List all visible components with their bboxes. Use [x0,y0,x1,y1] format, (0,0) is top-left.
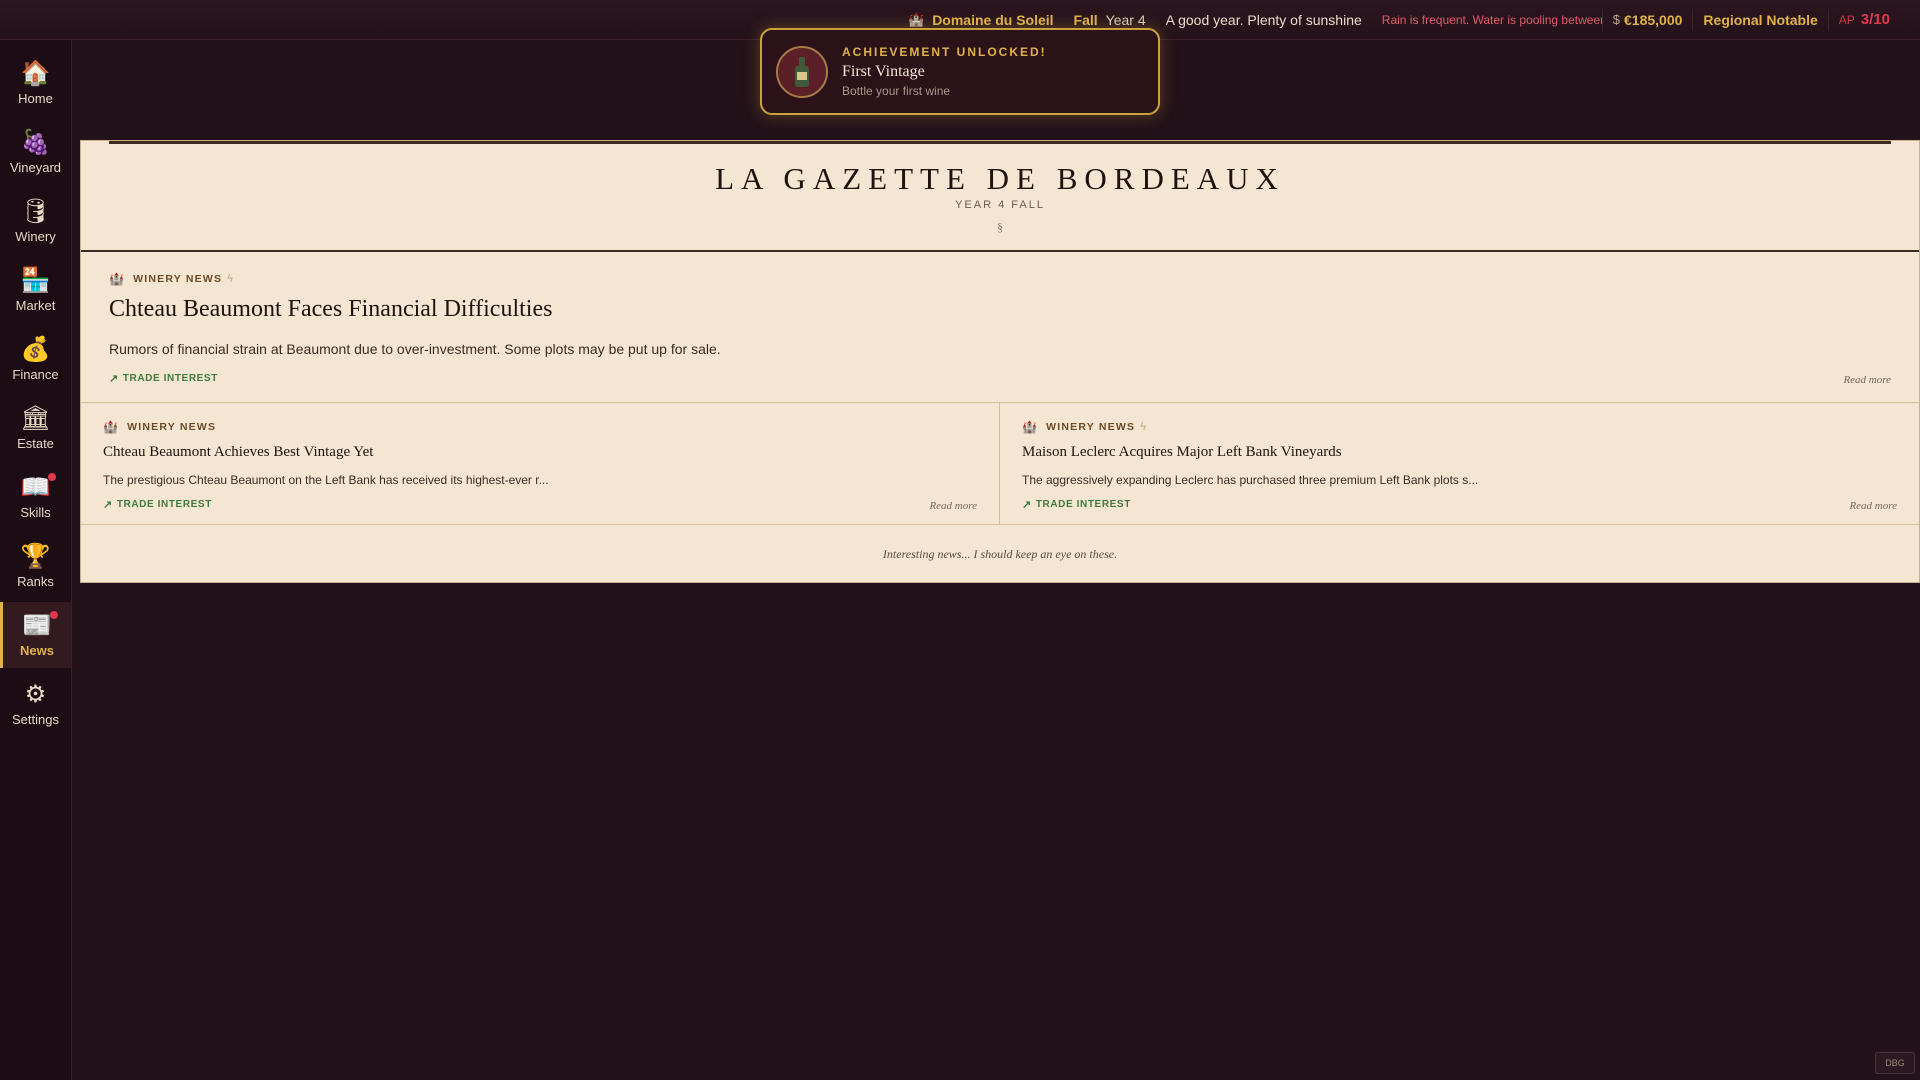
trophy-icon: 🏆 [20,542,51,570]
gear-icon: ⚙ [24,680,47,708]
read-more-link[interactable]: Read more [929,500,977,512]
trend-up-icon: ↗ [109,373,119,385]
gazette-masthead: LA GAZETTE DE BORDEAUX YEAR 4 FALL § [81,141,1919,252]
money-icon: $ [1612,12,1621,27]
sidebar-item-estate[interactable]: 🏛 Estate [0,395,71,461]
sidebar-item-label: Home [18,90,53,106]
trade-interest-link[interactable]: ↗ TRADE INTEREST [103,498,212,511]
sidebar-item-skills[interactable]: 📖 Skills [0,464,71,530]
gazette-panel: LA GAZETTE DE BORDEAUX YEAR 4 FALL § 🏰 W… [80,140,1920,583]
article-summary: Rumors of financial strain at Beaumont d… [109,341,721,357]
debug-button[interactable]: DBG [1875,1052,1915,1074]
sidebar-item-label: Ranks [17,573,54,589]
year-label: Year 4 [1105,11,1146,28]
action-points-display: AP 3/10 [1829,0,1900,40]
article-summary: The aggressively expanding Leclerc has p… [1022,473,1479,487]
trend-up-icon: ↗ [1022,499,1032,511]
category-label: WINERY NEWS [1046,421,1136,433]
sidebar-item-finance[interactable]: 💰 Finance [0,326,71,392]
achievement-name: First Vintage [842,63,925,80]
sidebar-item-label: Skills [20,504,51,520]
castle-icon: 🏰 [1022,420,1039,434]
gazette-title: LA GAZETTE DE BORDEAUX [715,161,1285,196]
article-category: 🏰 WINERY NEWS [103,420,216,434]
ap-value: 3/10 [1860,11,1890,28]
money-display: $ €185,000 [1603,0,1693,40]
sidebar-item-label: Settings [12,711,59,727]
gazette-issue: YEAR 4 FALL [955,199,1045,211]
article-summary: The prestigious Chteau Beaumont on the L… [103,473,549,487]
trade-interest-label: TRADE INTEREST [1035,499,1131,510]
rank-display: Regional Notable [1703,11,1818,28]
building-icon: 🏛 [20,404,51,432]
gazette-footer-note: Interesting news... I should keep an eye… [882,546,1118,561]
sidebar-nav: 🏠 Home 🍇 Vineyard 🛢 Winery 🏪 Market 💰 Fi… [0,40,72,1080]
masthead-rule [109,141,1891,144]
article-card[interactable]: 🏰 WINERY NEWS ϟ Maison Leclerc Acquires … [1000,403,1919,525]
sidebar-item-news[interactable]: 📰 News [0,602,71,668]
sidebar-item-settings[interactable]: ⚙ Settings [0,671,71,737]
article-headline: Maison Leclerc Acquires Major Left Bank … [1022,444,1342,460]
category-label: WINERY NEWS [127,421,217,433]
sidebar-item-market[interactable]: 🏪 Market [0,257,71,323]
castle-icon: 🏰 [908,11,925,27]
article-headline: Chteau Beaumont Achieves Best Vintage Ye… [103,444,374,460]
notification-dot [48,472,57,481]
read-more-link[interactable]: Read more [1843,374,1891,386]
sidebar-item-label: Estate [17,435,54,451]
sidebar-item-ranks[interactable]: 🏆 Ranks [0,533,71,599]
ap-label: AP [1838,12,1855,27]
read-more-link[interactable]: Read more [1849,500,1897,512]
sidebar-item-label: Finance [12,366,59,382]
castle-icon: 🏰 [103,420,120,434]
article-card[interactable]: 🏰 WINERY NEWS Chteau Beaumont Achieves B… [81,403,1000,525]
sidebar-item-label: Market [15,297,56,313]
trade-interest-link[interactable]: ↗ TRADE INTEREST [1022,498,1131,511]
book-icon: 📖 [21,472,57,503]
house-icon: 🏠 [20,59,51,87]
money-value: €185,000 [1624,11,1683,28]
achievement-toast[interactable]: ACHIEVEMENT UNLOCKED! First Vintage Bott… [760,28,1160,115]
sparkle-icon: ϟ [227,273,235,285]
castle-icon: 🏰 [109,272,126,286]
estate-name-label: Domaine du Soleil [932,11,1054,28]
barrel-icon: 🛢 [20,197,51,225]
achievement-title: ACHIEVEMENT UNLOCKED! [842,45,1047,59]
trend-up-icon: ↗ [103,499,113,511]
sidebar-item-winery[interactable]: 🛢 Winery [0,188,71,254]
money-icon: 💰 [20,335,51,363]
achievement-description: Bottle your first wine [842,84,951,98]
sidebar-item-vineyard[interactable]: 🍇 Vineyard [0,119,71,185]
market-stall-icon: 🏪 [20,266,51,294]
article-headline: Chteau Beaumont Faces Financial Difficul… [109,296,553,322]
trade-interest-label: TRADE INTEREST [122,373,218,384]
weather-warning: Rain is frequent. Water is pooling betwe… [1381,12,1602,27]
newspaper-icon: 📰 [22,610,58,641]
trade-interest-link[interactable]: ↗ TRADE INTEREST [109,372,218,385]
grapes-icon: 🍇 [20,128,51,156]
season-label: Fall [1073,11,1098,28]
sidebar-item-label: News [20,642,54,658]
weather-text: A good year. Plenty of sunshine [1165,11,1362,28]
article-category: 🏰 WINERY NEWS ϟ [1022,420,1147,434]
wine-bottle-icon [776,45,828,98]
lead-article[interactable]: 🏰 WINERY NEWS ϟ Chteau Beaumont Faces Fi… [81,252,1919,403]
sidebar-item-home[interactable]: 🏠 Home [0,50,71,116]
article-category: 🏰 WINERY NEWS ϟ [109,272,234,286]
sidebar-item-label: Vineyard [9,159,62,175]
section-mark: § [997,220,1003,234]
sparkle-icon: ϟ [1140,421,1148,433]
sidebar-item-label: Winery [15,228,56,244]
notification-dot [49,610,58,619]
category-label: WINERY NEWS [133,273,223,285]
trade-interest-label: TRADE INTEREST [116,499,212,510]
